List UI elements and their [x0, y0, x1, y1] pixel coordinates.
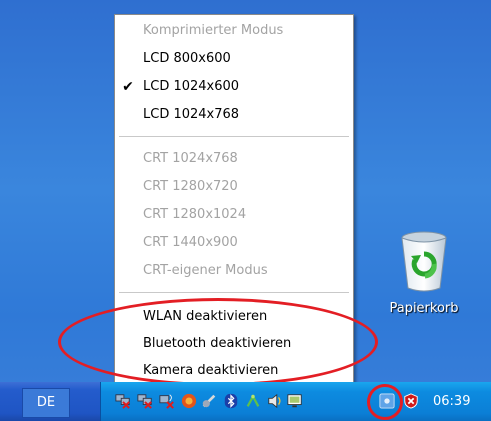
security-icon[interactable]	[181, 393, 197, 409]
network-disabled-icon[interactable]	[115, 393, 131, 409]
menu-item-label: CRT 1440x900	[143, 235, 238, 250]
menu-separator	[119, 292, 349, 294]
menu-item-disable-bluetooth[interactable]: Bluetooth deaktivieren	[115, 331, 353, 357]
menu-item-crt-1280x1024: CRT 1280x1024	[115, 202, 353, 228]
taskbar: DE 06:39	[0, 382, 491, 421]
menu-item-label: LCD 1024x768	[143, 107, 240, 122]
menu-item-disable-wlan[interactable]: WLAN deaktivieren	[115, 304, 353, 330]
menu-item-label: WLAN deaktivieren	[143, 309, 268, 324]
system-tray: 06:39	[100, 382, 491, 421]
menu-item-crt-1440x900: CRT 1440x900	[115, 230, 353, 256]
recycle-bin-label: Papierkorb	[389, 301, 459, 316]
menu-item-label: CRT-eigener Modus	[143, 263, 268, 278]
language-indicator[interactable]: DE	[22, 388, 70, 418]
checkmark-icon: ✔	[122, 79, 134, 95]
menu-item-label: Bluetooth deaktivieren	[143, 336, 292, 351]
menu-item-label: CRT 1280x1024	[143, 207, 247, 222]
menu-item-label: CRT 1280x720	[143, 179, 238, 194]
antenna-icon[interactable]	[245, 393, 261, 409]
recycle-bin[interactable]: Papierkorb	[374, 230, 474, 316]
menu-item-crt-native-mode: CRT-eigener Modus	[115, 258, 353, 284]
menu-item-crt-1280x720: CRT 1280x720	[115, 174, 353, 200]
satellite-icon[interactable]	[201, 393, 217, 409]
menu-item-label: LCD 800x600	[143, 51, 231, 66]
network-wireless-disabled-icon[interactable]	[159, 393, 175, 409]
recycle-bin-icon	[401, 231, 447, 292]
display-settings-icon[interactable]	[379, 393, 395, 409]
menu-item-label: Kamera deaktivieren	[143, 363, 279, 378]
bluetooth-icon[interactable]	[223, 393, 239, 409]
menu-separator	[119, 136, 349, 138]
menu-item-label: Komprimierter Modus	[143, 23, 284, 38]
menu-item-disable-camera[interactable]: Kamera deaktivieren	[115, 358, 353, 384]
desktop: Papierkorb Komprimierter Modus LCD 800x6…	[0, 0, 491, 390]
menu-item-label: LCD 1024x600	[143, 79, 240, 94]
menu-item-lcd-800x600[interactable]: LCD 800x600	[115, 46, 353, 72]
monitor-icon[interactable]	[287, 393, 303, 409]
context-menu: Komprimierter Modus LCD 800x600 ✔ LCD 10…	[114, 14, 354, 390]
menu-item-label: CRT 1024x768	[143, 151, 238, 166]
menu-item-crt-1024x768: CRT 1024x768	[115, 146, 353, 172]
menu-item-compressed-mode: Komprimierter Modus	[115, 18, 353, 44]
clock[interactable]: 06:39	[433, 382, 470, 421]
shield-alert-icon[interactable]	[403, 393, 419, 409]
menu-item-lcd-1024x768[interactable]: LCD 1024x768	[115, 102, 353, 128]
menu-item-lcd-1024x600[interactable]: ✔ LCD 1024x600	[115, 74, 353, 100]
network-disabled-icon[interactable]	[137, 393, 153, 409]
volume-icon[interactable]	[267, 393, 283, 409]
